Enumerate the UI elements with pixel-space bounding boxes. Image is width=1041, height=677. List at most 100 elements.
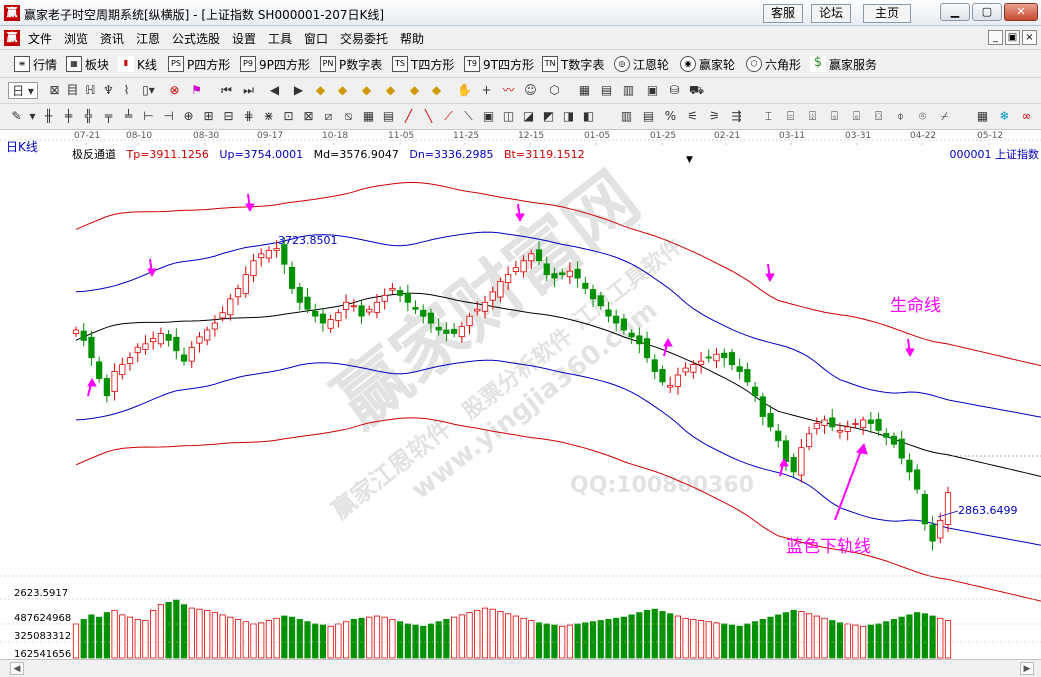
drawtool-12-icon[interactable]: ⋇: [260, 108, 277, 125]
forum-button[interactable]: 论坛: [811, 4, 851, 23]
drawtool-5-icon[interactable]: ╧: [120, 108, 137, 125]
menu-trade[interactable]: 交易委托: [340, 30, 388, 47]
sectors-button[interactable]: ▦ 板块: [66, 55, 109, 73]
diamond-right-icon[interactable]: ◆: [406, 82, 423, 99]
drawtool-28-icon[interactable]: ◧: [580, 108, 597, 125]
drawtool-38-icon[interactable]: ⌻: [848, 108, 865, 125]
drawtool-13-icon[interactable]: ⊡: [280, 108, 297, 125]
drawtool-39-icon[interactable]: ⌼: [870, 108, 887, 125]
save-icon[interactable]: ▣: [644, 82, 661, 99]
first-icon[interactable]: ⏮: [218, 82, 235, 99]
drawtool-18-icon[interactable]: ▤: [380, 108, 397, 125]
winner-wheel-button[interactable]: ◉ 赢家轮: [680, 55, 735, 73]
drawtool-26-icon[interactable]: ◩: [540, 108, 557, 125]
p-number-button[interactable]: PN P数字表: [320, 55, 382, 73]
minimize-icon[interactable]: ▁: [940, 3, 970, 21]
customer-service-button[interactable]: 客服: [763, 4, 803, 23]
drawtool-1-icon[interactable]: ╫: [40, 108, 57, 125]
info-icon[interactable]: 目: [64, 82, 81, 99]
mdi-restore-icon[interactable]: ▣: [1005, 30, 1020, 45]
app-menu-icon[interactable]: 赢: [4, 30, 20, 46]
winner-service-button[interactable]: $ 赢家服务: [810, 55, 877, 73]
menu-formula[interactable]: 公式选股: [172, 30, 220, 47]
drawtool-27-icon[interactable]: ◨: [560, 108, 577, 125]
mask-icon[interactable]: ☺: [522, 82, 539, 99]
drawtool-29-icon[interactable]: ▥: [618, 108, 635, 125]
mdi-minimize-icon[interactable]: _: [988, 30, 1003, 45]
drawtool-11-icon[interactable]: ⋕: [240, 108, 257, 125]
grid-icon[interactable]: ▦: [974, 108, 991, 125]
drawtool-17-icon[interactable]: ▦: [360, 108, 377, 125]
drawtool-36-icon[interactable]: ⌹: [804, 108, 821, 125]
maximize-icon[interactable]: ▢: [972, 3, 1002, 21]
wave-icon[interactable]: 〰: [500, 82, 517, 99]
network-icon[interactable]: ⛁: [666, 82, 683, 99]
menu-window[interactable]: 窗口: [304, 30, 328, 47]
scrollbar[interactable]: ◀ ▶: [0, 659, 1041, 677]
diamond-center-icon[interactable]: ◆: [428, 82, 445, 99]
menu-browse[interactable]: 浏览: [64, 30, 88, 47]
diamond-left-icon[interactable]: ◆: [382, 82, 399, 99]
hand-icon[interactable]: ✋: [456, 82, 473, 99]
truck-icon[interactable]: ⛟: [688, 82, 705, 99]
drawtool-37-icon[interactable]: ⌺: [826, 108, 843, 125]
zoom-icon[interactable]: ⊠: [46, 82, 63, 99]
infinity-icon[interactable]: ∞: [1018, 108, 1035, 125]
drawtool-7-icon[interactable]: ⊣: [160, 108, 177, 125]
homepage-button[interactable]: 主页: [863, 4, 911, 23]
menu-file[interactable]: 文件: [28, 30, 52, 47]
drawtool-14-icon[interactable]: ⊠: [300, 108, 317, 125]
drawtool-40-icon[interactable]: ⌽: [892, 108, 909, 125]
menu-info[interactable]: 资讯: [100, 30, 124, 47]
flag-icon[interactable]: ⚑: [188, 82, 205, 99]
drawtool-42-icon[interactable]: ⌿: [936, 108, 953, 125]
9p-square-button[interactable]: P9 9P四方形: [240, 55, 310, 73]
diamond-icon[interactable]: ◆: [312, 82, 329, 99]
drawtool-21-icon[interactable]: ⟋: [440, 108, 457, 125]
drawtool-33-icon[interactable]: ⇶: [728, 108, 745, 125]
drawtool-16-icon[interactable]: ⧅: [340, 108, 357, 125]
p-square-button[interactable]: PS P四方形: [168, 55, 230, 73]
diamond-up-icon[interactable]: ◆: [334, 82, 351, 99]
drawtool-15-icon[interactable]: ⧄: [320, 108, 337, 125]
drawtool-32-icon[interactable]: ⚞: [706, 108, 723, 125]
dropdown-marker-icon[interactable]: ▼: [686, 155, 693, 165]
drawtool-22-icon[interactable]: ⟍: [460, 108, 477, 125]
drawtool-35-icon[interactable]: ⌸: [782, 108, 799, 125]
percent-icon[interactable]: %: [662, 108, 679, 125]
crosshair-icon[interactable]: +: [478, 82, 495, 99]
snowflake-icon[interactable]: ❄: [996, 108, 1013, 125]
drawtool-2-icon[interactable]: ╪: [60, 108, 77, 125]
pen-icon[interactable]: ✎: [8, 108, 25, 125]
column-icon[interactable]: ▯▾: [140, 82, 157, 99]
hex-icon[interactable]: ⬡: [546, 82, 563, 99]
dropdown-icon[interactable]: ▾: [24, 108, 41, 125]
period-select[interactable]: 日 ▾: [8, 82, 38, 99]
drawtool-41-icon[interactable]: ⌾: [914, 108, 931, 125]
bar-icon[interactable]: ℍ: [82, 82, 99, 99]
line-icon[interactable]: ⌇: [118, 82, 135, 99]
drawtool-30-icon[interactable]: ▤: [640, 108, 657, 125]
gann-wheel-button[interactable]: ◎ 江恩轮: [614, 55, 669, 73]
scroll-right-icon[interactable]: ▶: [1020, 662, 1034, 675]
drawtool-34-icon[interactable]: ⌶: [760, 108, 777, 125]
notes-icon[interactable]: ▥: [620, 82, 637, 99]
hexagon-button[interactable]: ⬡ 六角形: [746, 55, 801, 73]
prev-icon[interactable]: ◀: [266, 82, 283, 99]
kline-button[interactable]: ▮ K线: [118, 55, 157, 73]
mdi-close-icon[interactable]: ×: [1022, 30, 1037, 45]
drawtool-6-icon[interactable]: ⊢: [140, 108, 157, 125]
9t-square-button[interactable]: T9 9T四方形: [464, 55, 534, 73]
drawtool-31-icon[interactable]: ⚟: [684, 108, 701, 125]
drawtool-8-icon[interactable]: ⊕: [180, 108, 197, 125]
drawtool-23-icon[interactable]: ▣: [480, 108, 497, 125]
close-icon[interactable]: ✕: [1004, 3, 1038, 21]
menu-tools[interactable]: 工具: [268, 30, 292, 47]
drawtool-9-icon[interactable]: ⊞: [200, 108, 217, 125]
drawtool-3-icon[interactable]: ╬: [80, 108, 97, 125]
menu-settings[interactable]: 设置: [232, 30, 256, 47]
drawtool-19-icon[interactable]: ╱: [400, 108, 417, 125]
drawtool-25-icon[interactable]: ◪: [520, 108, 537, 125]
t-number-button[interactable]: TN T数字表: [542, 55, 604, 73]
cross-icon[interactable]: ⊗: [166, 82, 183, 99]
